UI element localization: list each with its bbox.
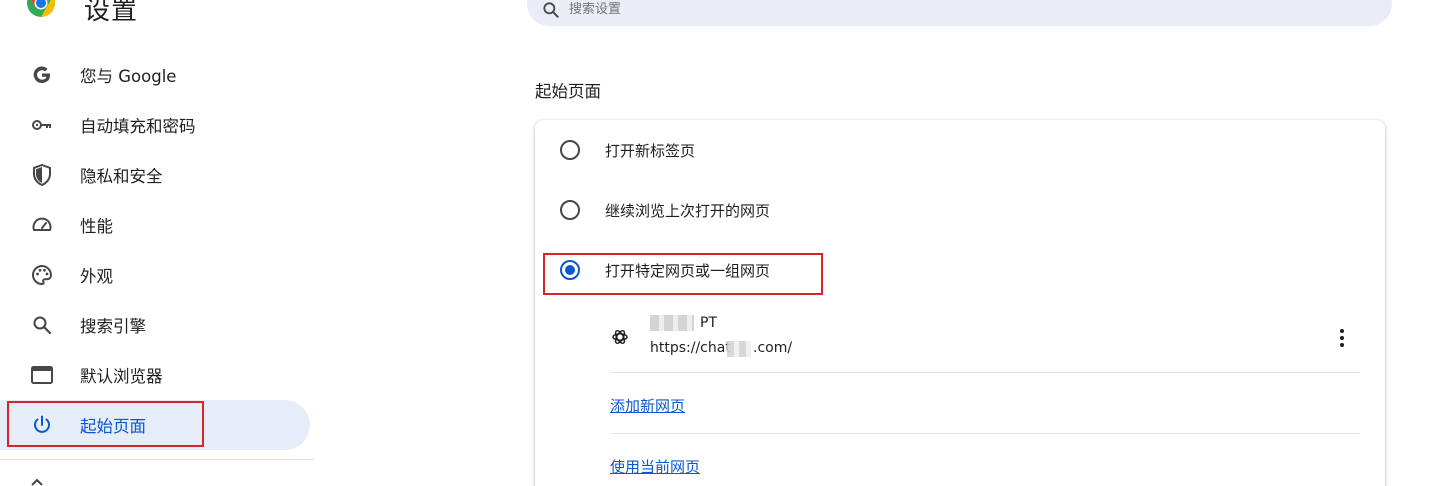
sidebar-item-privacy[interactable]: 隐私和安全 xyxy=(0,150,312,200)
page-name: PT xyxy=(700,315,717,331)
redacted-text xyxy=(650,315,694,331)
browser-window-icon xyxy=(30,363,54,387)
sidebar-item-default-browser[interactable]: 默认浏览器 xyxy=(0,350,312,400)
search-bar[interactable] xyxy=(527,0,1392,26)
option-continue[interactable]: 继续浏览上次打开的网页 xyxy=(535,180,1385,240)
redacted-text xyxy=(727,341,751,357)
sidebar-item-performance[interactable]: 性能 xyxy=(0,200,312,250)
startup-options-card: 打开新标签页 继续浏览上次打开的网页 打开特定网页或一组网页 PT https:… xyxy=(535,120,1385,486)
section-title: 起始页面 xyxy=(535,82,601,101)
startup-page-entry: PT https://chat .com/ xyxy=(610,310,1360,372)
radio-button[interactable] xyxy=(560,200,580,220)
radio-button[interactable] xyxy=(560,140,580,160)
option-label: 打开新标签页 xyxy=(605,141,696,160)
sidebar-item-appearance[interactable]: 外观 xyxy=(0,250,312,300)
option-label: 继续浏览上次打开的网页 xyxy=(605,201,771,220)
sidebar-nav: 您与 Google 自动填充和密码 隐私和安全 性能 外观 搜索引擎 默认浏览器… xyxy=(0,50,312,450)
option-new-tab[interactable]: 打开新标签页 xyxy=(535,120,1385,180)
sidebar-item-label: 隐私和安全 xyxy=(80,167,163,186)
sidebar-item-label: 外观 xyxy=(80,267,113,286)
palette-icon xyxy=(30,263,54,287)
sidebar-item-label: 自动填充和密码 xyxy=(80,117,196,136)
chrome-logo-icon xyxy=(27,0,55,17)
sidebar-item-label: 性能 xyxy=(80,217,113,236)
search-icon xyxy=(30,313,54,337)
sidebar-item-autofill[interactable]: 自动填充和密码 xyxy=(0,100,312,150)
use-current-pages-link[interactable]: 使用当前网页 xyxy=(610,456,700,477)
chevron-icon xyxy=(31,478,43,486)
sidebar-divider xyxy=(0,459,314,460)
shield-icon xyxy=(30,163,54,187)
page-title: 设置 xyxy=(84,0,139,26)
speedometer-icon xyxy=(30,213,54,237)
more-actions-button[interactable] xyxy=(1330,326,1354,350)
openai-logo-icon xyxy=(612,330,628,344)
divider xyxy=(610,433,1360,434)
sidebar-item-label: 搜索引擎 xyxy=(80,317,146,336)
highlight-box-option xyxy=(543,253,823,295)
sidebar-item-label: 默认浏览器 xyxy=(80,367,163,386)
sidebar-item-search-engine[interactable]: 搜索引擎 xyxy=(0,300,312,350)
divider xyxy=(610,372,1360,373)
key-icon xyxy=(30,113,54,137)
sidebar-item-you-and-google[interactable]: 您与 Google xyxy=(0,50,312,100)
settings-page: 设置 您与 Google 自动填充和密码 隐私和安全 xyxy=(0,0,1430,486)
page-url-prefix: https://chat xyxy=(650,340,731,356)
page-url-suffix: .com/ xyxy=(753,340,793,356)
add-new-page-link[interactable]: 添加新网页 xyxy=(610,395,685,416)
google-g-icon xyxy=(30,63,54,87)
search-input[interactable] xyxy=(569,2,869,17)
sidebar-item-label: 您与 Google xyxy=(80,67,177,86)
highlight-box-nav xyxy=(7,401,204,447)
search-icon xyxy=(543,2,559,18)
